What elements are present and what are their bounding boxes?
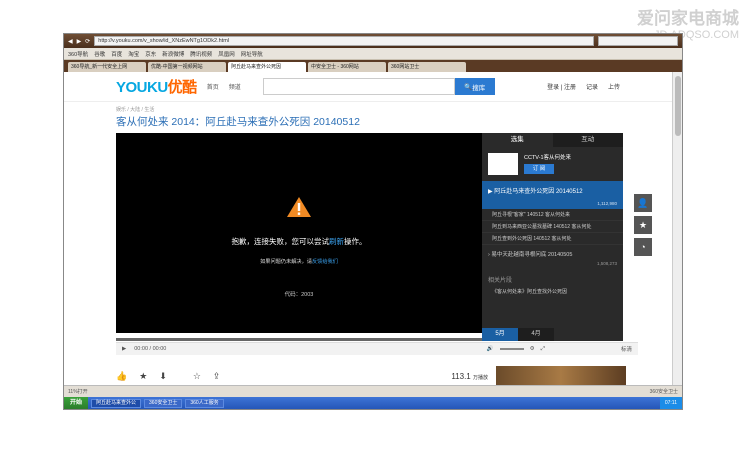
controls-right: 🔊 ⚙ ⤢ 标清 bbox=[487, 345, 632, 354]
month-tabs: 5月 4月 bbox=[482, 328, 623, 341]
list-item[interactable]: 阿丘到马来西亚公墓找墓碑 140512 客从何处 bbox=[482, 221, 623, 233]
breadcrumb[interactable]: 娱乐 / 大陆 / 生活 bbox=[116, 106, 154, 113]
refresh-icon[interactable]: ⟳ bbox=[85, 38, 90, 45]
forward-icon[interactable]: ▶ bbox=[77, 38, 82, 45]
upload-link[interactable]: 上传 bbox=[608, 82, 620, 91]
channel-name[interactable]: CCTV-1客从何处来 bbox=[524, 153, 571, 161]
watermark-line1: 爱问家电商城 bbox=[637, 9, 739, 28]
error-message: 抱歉，连接失败，您可以尝试刷新操作。 bbox=[231, 237, 367, 246]
page-scrollbar[interactable] bbox=[672, 72, 682, 385]
user-icon[interactable]: 👤 bbox=[634, 194, 652, 212]
subscribe-button[interactable]: 订 阅 bbox=[524, 164, 554, 174]
play-button-icon[interactable]: ▶ bbox=[122, 346, 126, 352]
browser-tab[interactable]: 优酷-中国第一视频网站 bbox=[148, 62, 226, 72]
error-code: 代码：2003 bbox=[284, 292, 314, 298]
video-player[interactable]: 抱歉，连接失败，您可以尝试刷新操作。 如果问题仍未解决，请反馈给我们 代码：20… bbox=[116, 133, 482, 333]
error-feedback: 如果问题仍未解决，请反馈给我们 bbox=[260, 259, 338, 265]
right-toolbar: 👤 ★ ◔ bbox=[634, 194, 652, 256]
system-tray-clock[interactable]: 07:11 bbox=[659, 397, 682, 409]
current-play-count: 1,112,980 bbox=[597, 201, 617, 206]
next-play-count: 1,508,273 bbox=[596, 261, 617, 266]
status-security[interactable]: 360安全卫士 bbox=[650, 388, 678, 395]
nav-home[interactable]: 首页 bbox=[207, 82, 219, 91]
browser-tab-active[interactable]: 阿丘赴马来查外公死因 bbox=[228, 62, 306, 72]
month-tab[interactable]: 5月 bbox=[482, 328, 518, 341]
clock-icon[interactable]: ◔ bbox=[634, 238, 652, 256]
related-item[interactable]: 《客从何处来》阿丘查找外公死因 bbox=[482, 286, 623, 297]
panel-tabs: 选集 互动 bbox=[482, 133, 623, 147]
list-item[interactable]: 阿丘查到外公死因 140512 客从何处 bbox=[482, 233, 623, 245]
taskbar-item[interactable]: 360人工服务 bbox=[185, 398, 224, 408]
login-register-link[interactable]: 登录 | 注册 bbox=[547, 82, 576, 91]
quality-label[interactable]: 标清 bbox=[621, 345, 632, 353]
settings-icon[interactable]: ⚙ bbox=[530, 346, 535, 352]
list-item[interactable]: 阿丘寻根"客家" 140512 客从何处来 bbox=[482, 209, 623, 221]
bookmarks-bar: 360导航 谷歌 百度 淘宝 京东 新浪微博 腾讯视频 凤凰网 网址导航 bbox=[64, 48, 682, 60]
nav-channels[interactable]: 频道 bbox=[229, 82, 241, 91]
youku-search-input[interactable] bbox=[262, 78, 455, 95]
related-heading: 相关片段 bbox=[488, 278, 513, 284]
address-input[interactable]: http://v.youku.com/v_show/id_XNzEwNTg1OD… bbox=[94, 36, 594, 46]
bookmark-item[interactable]: 网址导航 bbox=[241, 50, 263, 58]
bookmark-item[interactable]: 新浪微博 bbox=[162, 50, 184, 58]
tab-episodes[interactable]: 选集 bbox=[482, 133, 553, 147]
time-display: 00:00 / 00:00 bbox=[134, 346, 167, 352]
tab-strip: 360导航_新一代安全上网 优酷-中国第一视频网站 阿丘赴马来查外公死因 中安全… bbox=[64, 60, 682, 72]
view-count: 113.1 万播放 bbox=[451, 371, 488, 381]
refresh-link[interactable]: 刷新 bbox=[329, 237, 344, 246]
volume-slider[interactable] bbox=[499, 348, 524, 350]
scrollbar-thumb[interactable] bbox=[675, 76, 681, 136]
history-link[interactable]: 记录 bbox=[586, 82, 598, 91]
month-tab[interactable]: 4月 bbox=[518, 328, 554, 341]
tab-interact[interactable]: 互动 bbox=[552, 133, 623, 147]
episode-panel: 选集 互动 CCTV-1客从何处来 订 阅 ▶ 阿丘赴马来查外公死因 20140… bbox=[482, 133, 623, 341]
download-icon[interactable]: ⬇ bbox=[159, 371, 167, 382]
status-text: 11%打开 bbox=[68, 389, 88, 395]
channel-avatar[interactable] bbox=[488, 153, 518, 175]
bookmark-item[interactable]: 谷歌 bbox=[94, 50, 105, 58]
youku-header: YOUKU优酷 首页 频道 🔍 搜库 登录 | 注册 记录 上传 bbox=[64, 72, 672, 102]
bookmark-item[interactable]: 360导航 bbox=[68, 50, 88, 58]
youku-logo[interactable]: YOUKU优酷 bbox=[116, 76, 197, 97]
favorite-icon[interactable]: ☆ bbox=[193, 371, 201, 382]
feedback-link[interactable]: 反馈给我们 bbox=[312, 259, 338, 265]
back-icon[interactable]: ◀ bbox=[68, 38, 73, 45]
warning-icon bbox=[287, 197, 311, 217]
taskbar: 开始 阿丘赴马来查外公 360安全卫士 360人工服务 07:11 bbox=[64, 397, 682, 409]
channel-info: CCTV-1客从何处来 订 阅 bbox=[482, 147, 623, 181]
status-bar: 11%打开 360安全卫士 bbox=[64, 385, 682, 397]
browser-address-bar-row: ◀ ▶ ⟳ http://v.youku.com/v_show/id_XNzEw… bbox=[64, 34, 682, 48]
youku-search-button[interactable]: 🔍 搜库 bbox=[454, 78, 495, 95]
bookmark-item[interactable]: 腾讯视频 bbox=[190, 50, 212, 58]
user-links: 登录 | 注册 记录 上传 bbox=[547, 82, 620, 91]
star-icon[interactable]: ★ bbox=[634, 216, 652, 234]
search-icon: 🔍 bbox=[464, 83, 473, 91]
browser-tab[interactable]: 中安全卫士 - 360网站 bbox=[308, 62, 386, 72]
star-icon[interactable]: ★ bbox=[139, 371, 147, 382]
fullscreen-icon[interactable]: ⤢ bbox=[541, 346, 545, 353]
browser-screenshot: ◀ ▶ ⟳ http://v.youku.com/v_show/id_XNzEw… bbox=[63, 33, 683, 410]
bookmark-item[interactable]: 京东 bbox=[145, 50, 156, 58]
bookmark-item[interactable]: 凤凰网 bbox=[218, 50, 235, 58]
player-controls: ▶ 00:00 / 00:00 🔊 ⚙ ⤢ 标清 bbox=[116, 342, 638, 355]
start-button[interactable]: 开始 bbox=[64, 397, 89, 409]
bookmark-item[interactable]: 淘宝 bbox=[128, 50, 139, 58]
taskbar-item[interactable]: 阿丘赴马来查外公 bbox=[91, 398, 142, 408]
video-title: 客从何处来 2014：阿丘赴马来查外公死因 20140512 bbox=[116, 116, 360, 128]
thumbs-up-icon[interactable]: 👍 bbox=[116, 371, 127, 382]
youku-page: YOUKU优酷 首页 频道 🔍 搜库 登录 | 注册 记录 上传 娱乐 / 大陆 … bbox=[64, 72, 672, 386]
share-icon[interactable]: ⇪ bbox=[213, 371, 221, 382]
browser-search-input[interactable] bbox=[598, 36, 678, 46]
taskbar-item[interactable]: 360安全卫士 bbox=[144, 398, 183, 408]
ad-banner[interactable] bbox=[496, 366, 626, 386]
current-episode[interactable]: ▶ 阿丘赴马来查外公死因 20140512 1,112,980 bbox=[482, 181, 623, 209]
bookmark-item[interactable]: 百度 bbox=[111, 50, 122, 58]
browser-tab[interactable]: 360网站卫士 bbox=[388, 62, 466, 72]
volume-icon[interactable]: 🔊 bbox=[487, 346, 494, 352]
progress-bar[interactable] bbox=[116, 338, 482, 341]
browser-tab[interactable]: 360导航_新一代安全上网 bbox=[68, 62, 146, 72]
next-episode[interactable]: › 易中天赴越南寻根问底 20140505 1,508,273 bbox=[482, 245, 623, 269]
